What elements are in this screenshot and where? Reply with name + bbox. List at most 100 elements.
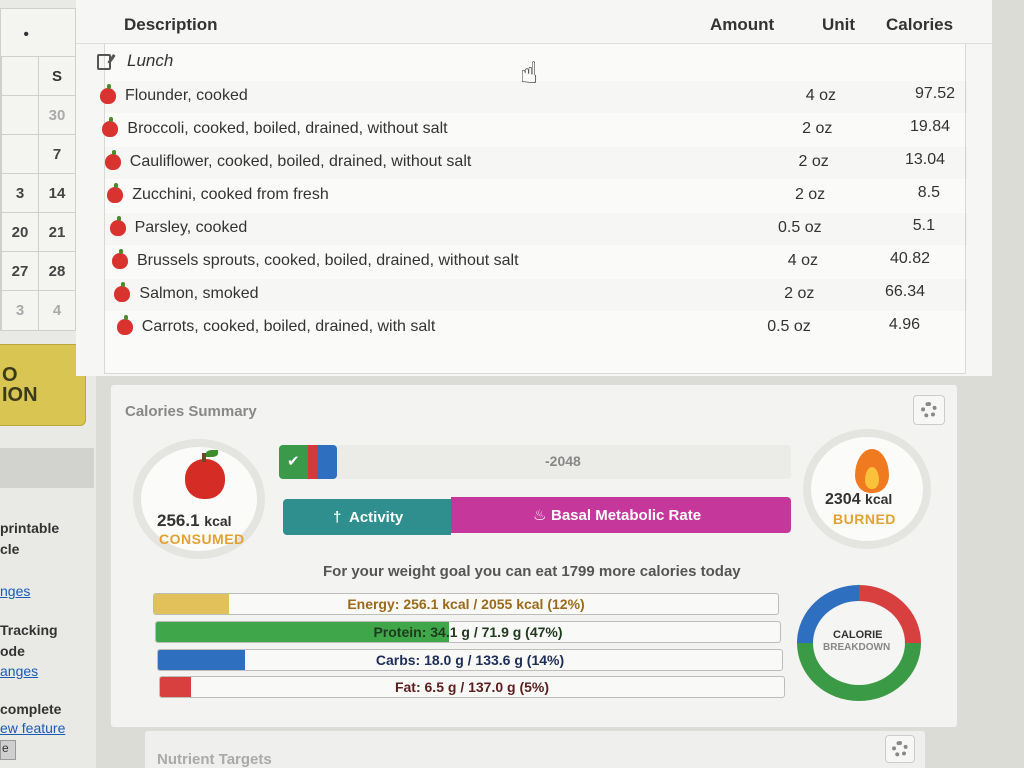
changes-link[interactable]: nges	[0, 583, 30, 599]
check-icon: ✔	[279, 445, 337, 479]
calendar-week-row: 3 14	[1, 174, 75, 213]
net-calorie-bar: ✔ -2048	[279, 445, 791, 479]
food-name: Salmon, smoked	[139, 285, 259, 302]
food-amount: 2 oz	[798, 153, 829, 170]
hand-cursor-icon: ☝	[520, 57, 539, 90]
consumed-value: 256.1 kcal	[157, 511, 232, 531]
food-amount: 2 oz	[784, 285, 815, 302]
food-row[interactable]: Brussels sprouts, cooked, boiled, draine…	[105, 246, 967, 278]
food-calories: 19.84	[909, 118, 950, 135]
food-calories: 8.5	[917, 184, 940, 201]
consumed-unit: kcal	[204, 513, 232, 529]
column-header-unit[interactable]: Unit	[822, 15, 855, 35]
calendar-day[interactable]: 4	[38, 291, 75, 330]
food-row[interactable]: Carrots, cooked, boiled, drained, with s…	[105, 312, 967, 344]
calendar-day[interactable]: 14	[38, 174, 75, 212]
summary-settings-button[interactable]	[913, 395, 945, 425]
apple-icon	[100, 84, 116, 104]
upgrade-line-2: ION	[2, 384, 38, 406]
macro-progress-label: Fat: 6.5 g / 137.0 g (5%)	[394, 679, 550, 695]
printable-text: printable	[0, 520, 60, 536]
consumed-number: 256.1	[157, 511, 200, 530]
calendar-day[interactable]	[1, 135, 38, 173]
food-row[interactable]: Salmon, smoked 2 oz 66.34	[105, 279, 967, 311]
food-row[interactable]: Broccoli, cooked, boiled, drained, witho…	[102, 114, 967, 146]
calendar-nav-arrow[interactable]: •	[23, 26, 29, 44]
food-calories: 97.52	[914, 85, 955, 102]
macro-progress-bar: Energy: 256.1 kcal / 2055 kcal (12%)	[153, 593, 779, 615]
food-name: Parsley, cooked	[134, 219, 248, 236]
food-name: Broccoli, cooked, boiled, drained, witho…	[127, 120, 448, 137]
food-amount: 2 oz	[794, 186, 826, 203]
note-icon[interactable]	[97, 54, 111, 70]
nutrient-settings-button[interactable]	[885, 735, 915, 763]
calendar-day[interactable]: 21	[38, 213, 75, 251]
calendar-day[interactable]: 3	[1, 174, 38, 212]
goal-message: For your weight goal you can eat 1799 mo…	[323, 563, 741, 580]
burned-label: BURNED	[833, 511, 896, 527]
food-name: Carrots, cooked, boiled, drained, with s…	[141, 318, 436, 335]
calendar-day[interactable]: 27	[1, 252, 38, 290]
table-header: Description Amount Unit Calories	[76, 4, 992, 44]
gear-icon	[892, 741, 908, 757]
tracking-text-2: ode	[0, 643, 25, 659]
flame-icon: ♨	[533, 507, 547, 524]
calendar-week-row: 34	[1, 291, 75, 330]
column-header-amount[interactable]: Amount	[710, 15, 774, 35]
food-calories: 13.04	[904, 151, 945, 168]
food-row[interactable]: Parsley, cooked 0.5 oz 5.1	[105, 213, 967, 245]
bmr-label: Basal Metabolic Rate	[551, 507, 702, 524]
food-amount: 0.5 oz	[767, 318, 811, 335]
bmr-segment[interactable]: ♨ Basal Metabolic Rate	[451, 497, 791, 533]
apple-icon	[104, 150, 121, 170]
consumed-circle: 256.1 kcal CONSUMED	[133, 439, 265, 559]
nutrient-targets-panel: Nutrient Targets	[144, 730, 926, 768]
macro-progress-label: Carbs: 18.0 g / 133.6 g (14%)	[375, 652, 565, 668]
macro-progress-label: Protein: 34.1 g / 71.9 g (47%)	[373, 624, 563, 640]
food-name: Brussels sprouts, cooked, boiled, draine…	[137, 252, 519, 269]
meal-label: Lunch	[127, 51, 174, 70]
calendar-week-row: 7	[1, 135, 75, 174]
tracking-changes-link[interactable]: anges	[0, 663, 38, 679]
apple-icon	[107, 183, 124, 203]
upgrade-line-1: O	[2, 364, 18, 386]
column-header-description[interactable]: Description	[124, 15, 218, 35]
person-icon: †	[333, 509, 342, 526]
calendar-day[interactable]: 20	[1, 213, 38, 251]
calendar-nav[interactable]: •	[1, 9, 75, 57]
calendar-day[interactable]: 28	[38, 252, 75, 290]
apple-icon	[185, 450, 225, 499]
macro-progress-bar: Protein: 34.1 g / 71.9 g (47%)	[155, 621, 781, 643]
burned-value: 2304 kcal	[825, 491, 892, 509]
column-header-calories[interactable]: Calories	[886, 15, 953, 35]
flame-icon	[855, 449, 889, 493]
food-amount: 2 oz	[802, 120, 833, 137]
left-small-button[interactable]: e	[0, 740, 16, 760]
activity-segment[interactable]: † Activity	[283, 499, 451, 535]
burned-number: 2304	[825, 491, 861, 508]
calendar-day[interactable]: 30	[38, 96, 75, 134]
calendar-day[interactable]: 3	[1, 291, 38, 330]
nutrient-targets-title: Nutrient Targets	[157, 751, 272, 768]
macro-progress-bar: Carbs: 18.0 g / 133.6 g (14%)	[157, 649, 783, 671]
food-calories: 5.1	[912, 217, 935, 234]
macro-progress-label: Energy: 256.1 kcal / 2055 kcal (12%)	[347, 596, 585, 612]
food-name: Flounder, cooked	[125, 87, 248, 104]
apple-icon	[116, 315, 133, 335]
summary-title: Calories Summary	[125, 403, 257, 420]
burned-unit: kcal	[865, 491, 893, 507]
calorie-breakdown-chart[interactable]: CALORIE BREAKDOWN	[797, 585, 921, 701]
food-name: Cauliflower, cooked, boiled, drained, wi…	[129, 153, 472, 170]
calendar-day[interactable]	[1, 96, 38, 134]
calendar-day[interactable]: 7	[38, 135, 75, 173]
calendar-week-row: 27 28	[1, 252, 75, 291]
food-row[interactable]: Zucchini, cooked from fresh 2 oz 8.5	[105, 180, 967, 212]
printable-text-2: cle	[0, 541, 20, 557]
food-amount: 0.5 oz	[778, 219, 822, 236]
upgrade-button[interactable]: O ION	[0, 344, 86, 426]
breakdown-title: CALORIE	[833, 629, 883, 641]
food-name: Zucchini, cooked from fresh	[132, 186, 329, 203]
food-calories: 4.96	[888, 316, 920, 333]
new-feature-link[interactable]: ew feature	[0, 720, 65, 736]
food-row[interactable]: Cauliflower, cooked, boiled, drained, wi…	[104, 147, 967, 179]
